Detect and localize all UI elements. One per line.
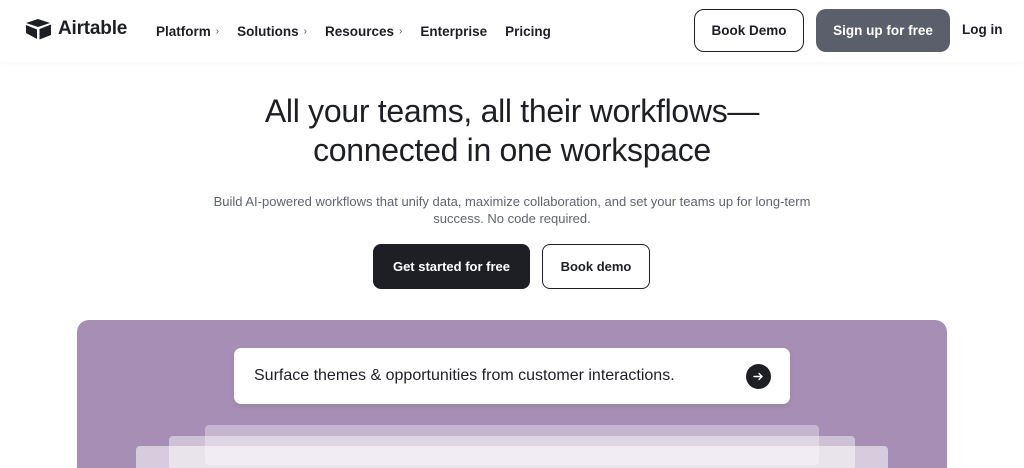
nav-resources[interactable]: Resources ›	[325, 24, 402, 39]
get-started-button[interactable]: Get started for free	[373, 244, 530, 289]
nav-platform-label: Platform	[156, 23, 211, 39]
prompt-submit-button[interactable]	[746, 364, 771, 389]
nav-pricing[interactable]: Pricing	[505, 24, 551, 39]
nav-solutions-label: Solutions	[237, 23, 299, 39]
book-demo-hero-button[interactable]: Book demo	[542, 244, 650, 289]
nav-enterprise[interactable]: Enterprise	[420, 24, 487, 39]
nav-resources-label: Resources	[324, 23, 394, 39]
hero-subtitle: Build AI-powered workflows that unify da…	[213, 194, 811, 226]
brand-name: Airtable	[58, 18, 128, 39]
airtable-logo-icon	[26, 19, 51, 40]
nav-pricing-label: Pricing	[505, 23, 551, 39]
hero-title-line1: All your teams, all their workflows—	[264, 93, 760, 129]
main-nav: Platform › Solutions › Resources › Enter…	[156, 0, 569, 62]
hero-title: All your teams, all their workflows— con…	[0, 92, 1024, 170]
prompt-text: Surface themes & opportunities from cust…	[254, 367, 675, 384]
book-demo-button[interactable]: Book Demo	[694, 9, 804, 52]
showcase-panel: Surface themes & opportunities from cust…	[77, 320, 947, 468]
nav-solutions[interactable]: Solutions ›	[237, 24, 307, 39]
login-link[interactable]: Log in	[962, 22, 1003, 37]
airtable-logo[interactable]: Airtable	[26, 18, 127, 40]
nav-platform[interactable]: Platform ›	[156, 24, 219, 39]
ghost-card	[136, 446, 888, 468]
chevron-right-icon: ›	[399, 25, 403, 37]
nav-enterprise-label: Enterprise	[420, 23, 488, 39]
signup-button[interactable]: Sign up for free	[816, 9, 950, 52]
hero-title-line2: connected in one workspace	[313, 132, 711, 168]
chevron-right-icon: ›	[303, 25, 307, 37]
site-header: Airtable Platform › Solutions › Resource…	[0, 0, 1024, 62]
arrow-right-icon	[753, 372, 763, 381]
prompt-card[interactable]: Surface themes & opportunities from cust…	[234, 348, 790, 404]
chevron-right-icon: ›	[215, 25, 220, 37]
